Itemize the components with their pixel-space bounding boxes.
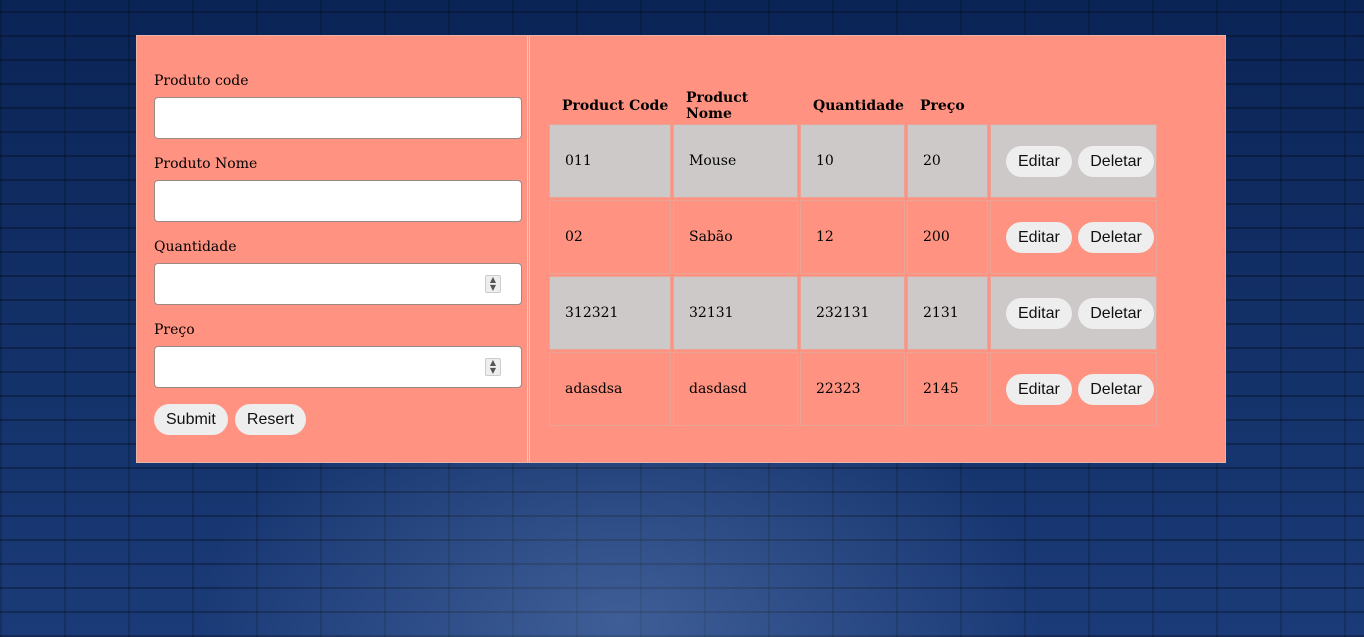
preco-spinner-icon[interactable]: ▲ ▼ [485,358,501,376]
delete-button[interactable]: Deletar [1078,221,1154,253]
cell-price: 2131 [907,276,988,350]
table-row: 312321 32131 232131 2131 Editar Deletar [549,276,1157,350]
cell-qty: 22323 [800,352,905,426]
edit-button[interactable]: Editar [1006,373,1072,405]
cell-code: 02 [549,200,671,274]
delete-button[interactable]: Deletar [1078,373,1154,405]
cell-actions: Editar Deletar [990,200,1157,274]
cell-code: 011 [549,124,671,198]
panel-divider [527,36,530,462]
cell-qty: 12 [800,200,905,274]
cell-price: 2145 [907,352,988,426]
cell-name: 32131 [673,276,798,350]
cell-name: dasdasd [673,352,798,426]
products-table: Product Code Product Nome Quantidade Pre… [547,88,1159,428]
produto-nome-label: Produto Nome [154,156,258,172]
cell-qty: 232131 [800,276,905,350]
cell-actions: Editar Deletar [990,352,1157,426]
form-buttons: Submit Resert [154,404,522,435]
table-row: adasdsa dasdasd 22323 2145 Editar Deleta… [549,352,1157,426]
cell-code: 312321 [549,276,671,350]
cell-code: adasdsa [549,352,671,426]
header-product-code: Product Code [562,98,669,114]
header-preco: Preço [920,98,965,114]
cell-name: Sabão [673,200,798,274]
preco-label: Preço [154,322,195,338]
table-row: 011 Mouse 10 20 Editar Deletar [549,124,1157,198]
cell-price: 200 [907,200,988,274]
preco-input[interactable]: ▲ ▼ [154,346,522,388]
quantidade-label: Quantidade [154,239,237,255]
reset-button[interactable]: Resert [234,404,307,435]
produto-code-label: Produto code [154,73,249,89]
cell-actions: Editar Deletar [990,124,1157,198]
quantidade-input[interactable]: ▲ ▼ [154,263,522,305]
cell-price: 20 [907,124,988,198]
cell-qty: 10 [800,124,905,198]
edit-button[interactable]: Editar [1006,221,1072,253]
product-panel: Produto code Produto Nome Quantidade ▲ ▼ … [136,35,1226,463]
product-form: Produto code Produto Nome Quantidade ▲ ▼ … [154,72,522,435]
cell-name: Mouse [673,124,798,198]
quantidade-spinner-icon[interactable]: ▲ ▼ [485,275,501,293]
header-actions [990,90,1157,122]
cell-actions: Editar Deletar [990,276,1157,350]
header-product-nome: Product Nome [686,90,749,122]
edit-button[interactable]: Editar [1006,297,1072,329]
table-row: 02 Sabão 12 200 Editar Deletar [549,200,1157,274]
header-quantidade: Quantidade [813,98,904,114]
produto-code-input[interactable] [154,97,522,139]
submit-button[interactable]: Submit [154,404,228,435]
delete-button[interactable]: Deletar [1078,145,1154,177]
delete-button[interactable]: Deletar [1078,297,1154,329]
table-header-row: Product Code Product Nome Quantidade Pre… [549,90,1157,122]
edit-button[interactable]: Editar [1006,145,1072,177]
produto-nome-input[interactable] [154,180,522,222]
